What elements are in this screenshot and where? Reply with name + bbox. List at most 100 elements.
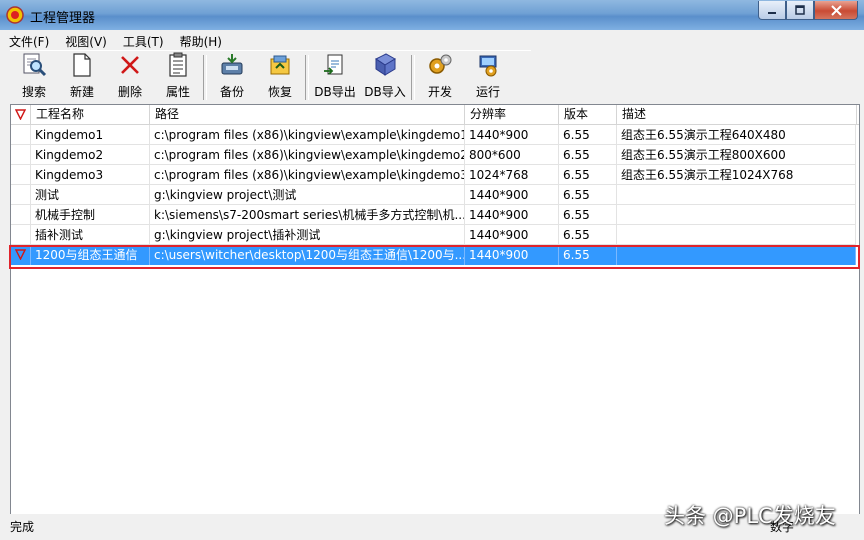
properties-icon xyxy=(169,52,187,77)
cell-version: 6.55 xyxy=(559,225,617,245)
cell-resolution: 1024*768 xyxy=(465,165,559,185)
header-resolution[interactable]: 分辨率 xyxy=(465,105,559,124)
flag-icon xyxy=(15,249,26,260)
cell-path: g:\kingview project\插补测试 xyxy=(150,225,465,245)
cell-version: 6.55 xyxy=(559,165,617,185)
cell-flag xyxy=(11,185,31,205)
db-export-button[interactable]: DB导出 xyxy=(310,51,360,104)
cell-project-name: 测试 xyxy=(31,185,150,205)
run-button[interactable]: 运行 xyxy=(464,51,512,104)
table-row[interactable]: 1200与组态王通信 c:\users\witcher\desktop\1200与… xyxy=(11,245,856,265)
header-flag-column[interactable] xyxy=(11,105,31,124)
cell-version: 6.55 xyxy=(559,145,617,165)
cell-description: 组态王6.55演示工程640X480 xyxy=(617,125,856,145)
cell-resolution: 1440*900 xyxy=(465,125,559,145)
cell-path: c:\program files (x86)\kingview\example\… xyxy=(150,145,465,165)
title-bar[interactable]: 工程管理器 xyxy=(0,0,864,31)
table-row[interactable]: Kingdemo3 c:\program files (x86)\kingview… xyxy=(11,165,856,185)
app-icon xyxy=(6,6,24,24)
cell-path: k:\siemens\s7-200smart series\机械手多方式控制\机… xyxy=(150,205,465,225)
header-project-name[interactable]: 工程名称 xyxy=(31,105,150,124)
minimize-button[interactable] xyxy=(758,1,786,20)
develop-icon xyxy=(429,54,452,74)
search-icon xyxy=(23,53,47,77)
minimize-icon xyxy=(768,12,776,14)
close-button[interactable] xyxy=(814,1,858,20)
cell-path: c:\program files (x86)\kingview\example\… xyxy=(150,125,465,145)
develop-button[interactable]: 开发 xyxy=(416,51,464,104)
develop-label: 开发 xyxy=(427,85,452,99)
properties-label: 属性 xyxy=(165,85,190,99)
cell-project-name: Kingdemo2 xyxy=(31,145,150,165)
table-row[interactable]: 插补测试 g:\kingview project\插补测试 1440*900 6.55 xyxy=(11,225,856,245)
db-import-button[interactable]: DB导入 xyxy=(360,51,410,104)
db-import-icon xyxy=(375,53,396,76)
cell-project-name: Kingdemo1 xyxy=(31,125,150,145)
delete-button[interactable]: 删除 xyxy=(106,51,154,104)
toolbar: 搜索 新建 删除 属性 备份 恢复 DB导出 DB导入 开发 运行 xyxy=(10,50,531,104)
cell-version: 6.55 xyxy=(559,205,617,225)
run-label: 运行 xyxy=(475,85,500,99)
cell-description xyxy=(617,205,856,225)
toolbar-separator xyxy=(305,55,309,100)
cell-path: c:\program files (x86)\kingview\example\… xyxy=(150,165,465,185)
cell-description xyxy=(617,185,856,205)
project-manager-window: 工程管理器 文件(F) 视图(V) 工具(T) 帮助(H) 搜索 新建 删除 属… xyxy=(0,0,864,540)
table-row[interactable]: 测试 g:\kingview project\测试 1440*900 6.55 xyxy=(11,185,856,205)
cell-version: 6.55 xyxy=(559,185,617,205)
menu-tools[interactable]: 工具(T) xyxy=(114,30,171,50)
cell-flag xyxy=(11,165,31,185)
window-controls xyxy=(758,1,858,21)
cell-project-name: Kingdemo3 xyxy=(31,165,150,185)
cell-description xyxy=(617,225,856,245)
project-list[interactable]: 工程名称 路径 分辨率 版本 描述 Kingdemo1 c:\program fi… xyxy=(9,104,860,516)
cell-description xyxy=(617,245,856,265)
cell-flag xyxy=(11,225,31,245)
cell-flag xyxy=(11,145,31,165)
cell-project-name: 1200与组态王通信 xyxy=(31,245,150,265)
search-label: 搜索 xyxy=(21,85,46,99)
table-row[interactable]: 机械手控制 k:\siemens\s7-200smart series\机械手多方… xyxy=(11,205,856,225)
cell-resolution: 1440*900 xyxy=(465,205,559,225)
backup-label: 备份 xyxy=(219,85,244,99)
cell-path: g:\kingview project\测试 xyxy=(150,185,465,205)
cell-resolution: 1440*900 xyxy=(465,185,559,205)
cell-flag xyxy=(11,205,31,225)
table-row[interactable]: Kingdemo2 c:\program files (x86)\kingview… xyxy=(11,145,856,165)
menu-help[interactable]: 帮助(H) xyxy=(171,30,229,50)
restore-icon xyxy=(270,55,290,75)
cell-project-name: 插补测试 xyxy=(31,225,150,245)
backup-button[interactable]: 备份 xyxy=(208,51,256,104)
header-description[interactable]: 描述 xyxy=(617,105,857,124)
new-button[interactable]: 新建 xyxy=(58,51,106,104)
cell-description: 组态王6.55演示工程800X600 xyxy=(617,145,856,165)
watermark: 头条 @PLC发烧友 xyxy=(664,504,836,528)
cell-project-name: 机械手控制 xyxy=(31,205,150,225)
header-path[interactable]: 路径 xyxy=(150,105,465,124)
cell-version: 6.55 xyxy=(559,125,617,145)
backup-icon xyxy=(221,54,243,75)
db-export-icon xyxy=(324,54,343,75)
status-text: 完成 xyxy=(10,520,35,534)
cell-flag xyxy=(11,245,31,265)
header-version[interactable]: 版本 xyxy=(559,105,617,124)
db-import-label: DB导入 xyxy=(364,85,406,99)
close-icon xyxy=(830,4,842,16)
window-title: 工程管理器 xyxy=(30,11,96,26)
search-button[interactable]: 搜索 xyxy=(10,51,58,104)
new-document-icon xyxy=(73,53,91,77)
toolbar-separator xyxy=(411,55,415,100)
restore-button[interactable]: 恢复 xyxy=(256,51,304,104)
new-label: 新建 xyxy=(69,85,94,99)
menu-file[interactable]: 文件(F) xyxy=(0,30,56,50)
menu-view[interactable]: 视图(V) xyxy=(56,30,114,50)
cell-description: 组态王6.55演示工程1024X768 xyxy=(617,165,856,185)
table-row[interactable]: Kingdemo1 c:\program files (x86)\kingview… xyxy=(11,125,856,145)
maximize-button[interactable] xyxy=(786,1,814,20)
flag-icon xyxy=(15,109,26,120)
toolbar-separator xyxy=(203,55,207,100)
list-header: 工程名称 路径 分辨率 版本 描述 xyxy=(11,105,859,125)
cell-flag xyxy=(11,125,31,145)
properties-button[interactable]: 属性 xyxy=(154,51,202,104)
maximize-icon xyxy=(795,5,805,15)
